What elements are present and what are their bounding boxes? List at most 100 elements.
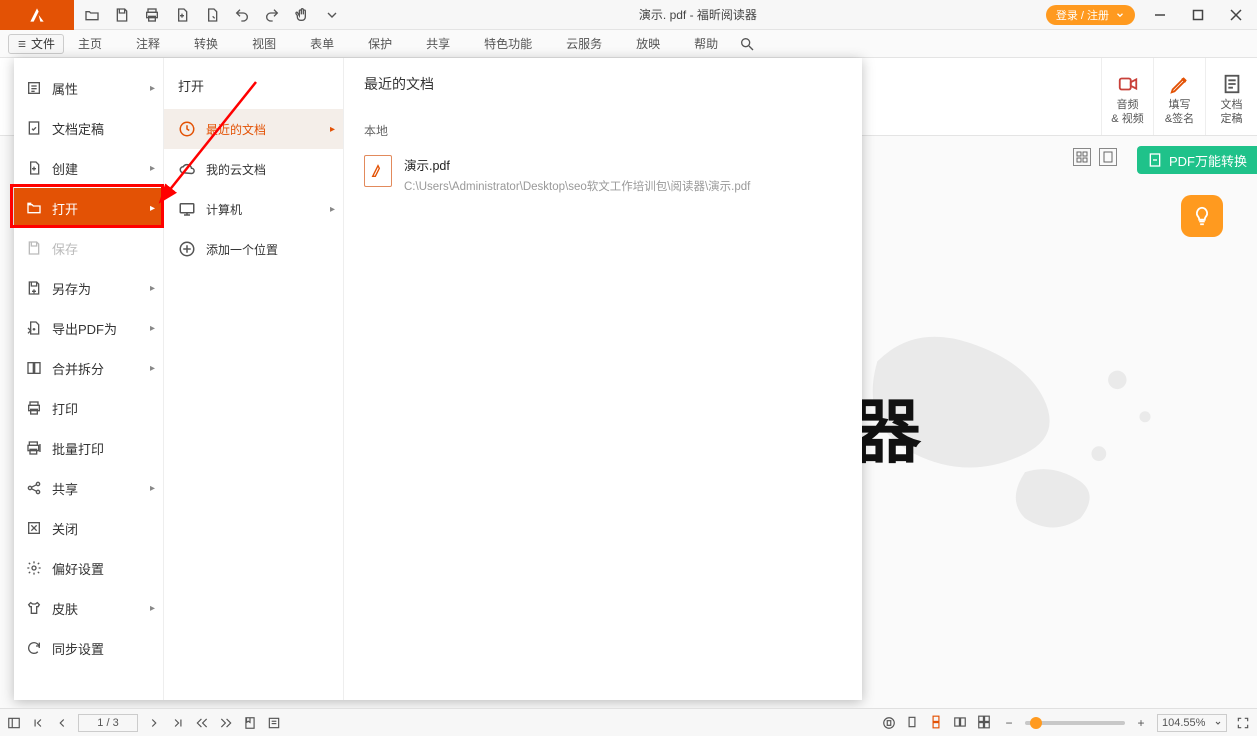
open-location-item[interactable]: 计算机▸ [164, 189, 343, 229]
titlebar-right: 登录 / 注册 [1046, 2, 1257, 28]
zoom-slider-thumb[interactable] [1030, 717, 1042, 729]
file-menu-item[interactable]: 创建▸ [14, 148, 163, 188]
menu-item-icon [26, 120, 42, 136]
file-menu-item[interactable]: 打开▸ [14, 188, 163, 228]
zoom-out-icon[interactable]: − [1001, 715, 1017, 731]
tab-share[interactable]: 共享 [426, 35, 450, 52]
tab-convert[interactable]: 转换 [194, 35, 218, 52]
nav-back-icon[interactable] [194, 715, 210, 731]
location-label: 添加一个位置 [206, 241, 278, 258]
zoom-value[interactable]: 104.55% [1157, 714, 1227, 732]
view-mode-buttons [1073, 148, 1117, 166]
search-icon[interactable] [738, 35, 756, 53]
more-icon[interactable] [324, 7, 340, 23]
single-view-icon[interactable] [1099, 148, 1117, 166]
tab-slideshow[interactable]: 放映 [636, 35, 660, 52]
newdoc-icon[interactable] [174, 7, 190, 23]
continuous-facing-icon[interactable] [977, 715, 993, 731]
file-menu-content: 最近的文档 本地 演示.pdf C:\Users\Administrator\D… [344, 58, 862, 700]
pdf-convert-button[interactable]: PDF万能转换 [1137, 146, 1257, 174]
ribbon-tabs-bar: 文件 主页 注释 转换 视图 表单 保护 共享 特色功能 云服务 放映 帮助 [0, 30, 1257, 58]
hand-icon[interactable] [294, 7, 310, 23]
single-page-icon[interactable] [905, 715, 921, 731]
tab-protect[interactable]: 保护 [368, 35, 392, 52]
fullscreen-icon[interactable] [1235, 715, 1251, 731]
file-menu-item[interactable]: 导出PDF为▸ [14, 308, 163, 348]
menu-item-icon [26, 200, 42, 216]
close-button[interactable] [1223, 2, 1249, 28]
next-page-icon[interactable] [146, 715, 162, 731]
menu-item-icon [26, 240, 42, 256]
file-menu-item[interactable]: 打印 [14, 388, 163, 428]
tab-form[interactable]: 表单 [310, 35, 334, 52]
continuous-page-icon[interactable] [929, 715, 945, 731]
print-icon[interactable] [144, 7, 160, 23]
chevron-right-icon: ▸ [150, 283, 155, 294]
minimize-button[interactable] [1147, 2, 1173, 28]
bookmark-icon[interactable] [242, 715, 258, 731]
save-icon[interactable] [114, 7, 130, 23]
nav-fwd-icon[interactable] [218, 715, 234, 731]
file-menu-item[interactable]: 同步设置 [14, 628, 163, 668]
ribbon-group-av[interactable]: 音频 & 视频 [1101, 58, 1153, 135]
tab-view[interactable]: 视图 [252, 35, 276, 52]
tab-home[interactable]: 主页 [78, 35, 102, 52]
file-menu-secondary: 打开 最近的文档▸我的云文档计算机▸添加一个位置 [164, 58, 344, 700]
login-label: 登录 / 注册 [1056, 7, 1109, 23]
file-menu-item[interactable]: 另存为▸ [14, 268, 163, 308]
prev-page-icon[interactable] [54, 715, 70, 731]
menu-item-icon [26, 520, 42, 536]
login-button[interactable]: 登录 / 注册 [1046, 5, 1135, 25]
file-menu-item[interactable]: 偏好设置 [14, 548, 163, 588]
redo-icon[interactable] [264, 7, 280, 23]
titlebar: 演示. pdf - 福昕阅读器 登录 / 注册 [0, 0, 1257, 30]
undo-icon[interactable] [234, 7, 250, 23]
first-page-icon[interactable] [30, 715, 46, 731]
file-menu-item[interactable]: 合并拆分▸ [14, 348, 163, 388]
chevron-right-icon: ▸ [150, 323, 155, 334]
readmode-icon[interactable] [881, 715, 897, 731]
tab-cloud[interactable]: 云服务 [566, 35, 602, 52]
video-icon [1117, 73, 1139, 95]
file-tab[interactable]: 文件 [8, 34, 64, 54]
tab-feature[interactable]: 特色功能 [484, 35, 532, 52]
location-label: 最近的文档 [206, 121, 266, 138]
menu-item-label: 皮肤 [52, 599, 78, 618]
chevron-right-icon: ▸ [150, 603, 155, 614]
finalize-icon [1221, 73, 1243, 95]
status-left: 1 / 3 [6, 714, 282, 732]
file-menu-item[interactable]: 属性▸ [14, 68, 163, 108]
page-indicator[interactable]: 1 / 3 [78, 714, 138, 732]
menu-item-icon [26, 440, 42, 456]
page-icon[interactable] [204, 7, 220, 23]
open-location-item[interactable]: 我的云文档 [164, 149, 343, 189]
last-page-icon[interactable] [170, 715, 186, 731]
menu-item-label: 保存 [52, 239, 78, 258]
menu-item-label: 打开 [52, 199, 78, 218]
file-menu-item[interactable]: 文档定稿 [14, 108, 163, 148]
tab-comment[interactable]: 注释 [136, 35, 160, 52]
ribbon-group-sign[interactable]: 填写 &签名 [1153, 58, 1205, 135]
menu-item-icon [26, 80, 42, 96]
open-location-item[interactable]: 最近的文档 ▸ [164, 109, 343, 149]
file-menu-item[interactable]: 关闭 [14, 508, 163, 548]
menu-item-icon [26, 640, 42, 656]
open-location-item[interactable]: 添加一个位置 [164, 229, 343, 269]
tab-help[interactable]: 帮助 [694, 35, 718, 52]
file-menu-item[interactable]: 皮肤 ▸ [14, 588, 163, 628]
facing-page-icon[interactable] [953, 715, 969, 731]
chevron-right-icon: ▸ [330, 124, 335, 135]
ribbon-group-finalize[interactable]: 文档 定稿 [1205, 58, 1257, 135]
reflow-icon[interactable] [266, 715, 282, 731]
maximize-button[interactable] [1185, 2, 1211, 28]
open-icon[interactable] [84, 7, 100, 23]
status-right: − + 104.55% [881, 714, 1251, 732]
tips-button[interactable] [1181, 195, 1223, 237]
zoom-in-icon[interactable]: + [1133, 715, 1149, 731]
recent-file-row[interactable]: 演示.pdf C:\Users\Administrator\Desktop\se… [364, 151, 842, 198]
zoom-slider[interactable] [1025, 721, 1125, 725]
thumbnail-view-icon[interactable] [1073, 148, 1091, 166]
file-menu-item[interactable]: 批量打印 [14, 428, 163, 468]
sidebar-toggle-icon[interactable] [6, 715, 22, 731]
file-menu-item[interactable]: 共享▸ [14, 468, 163, 508]
